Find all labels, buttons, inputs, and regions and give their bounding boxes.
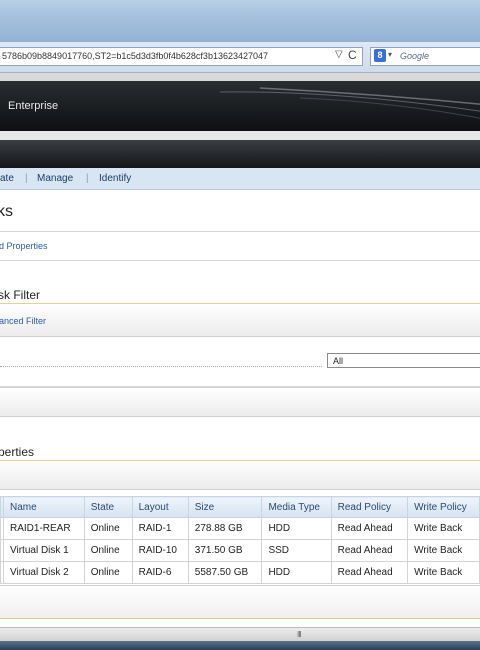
page-top-strip bbox=[0, 73, 480, 81]
virtual-disk-properties-link[interactable]: d Properties bbox=[0, 241, 48, 251]
filter-row-leader bbox=[0, 366, 322, 367]
taskbar bbox=[0, 641, 480, 650]
table-row[interactable]: Virtual Disk 1 Online RAID-10 371.50 GB … bbox=[0, 539, 480, 562]
app-brand: Enterprise bbox=[8, 100, 59, 112]
app-subheader bbox=[0, 140, 480, 168]
reload-icon[interactable]: C bbox=[348, 48, 357, 62]
cell-read-policy: Read Ahead bbox=[330, 539, 409, 562]
cell-state: Online bbox=[83, 561, 133, 584]
filter-toolbar bbox=[0, 304, 480, 337]
tab-manage[interactable]: Manage bbox=[37, 173, 73, 184]
cell-media-type: SSD bbox=[261, 539, 332, 562]
cell-layout: RAID-10 bbox=[131, 539, 189, 562]
column-header-state[interactable]: State bbox=[83, 496, 133, 518]
page-title: ks bbox=[0, 203, 13, 220]
cell-media-type: HDD bbox=[261, 561, 332, 584]
tab-update[interactable]: ate bbox=[0, 173, 14, 184]
column-header-name[interactable]: Name bbox=[3, 496, 85, 518]
table-footer-band bbox=[0, 585, 480, 619]
cell-name[interactable]: RAID1-REAR bbox=[3, 517, 85, 540]
filter-select-value[interactable]: All bbox=[333, 356, 343, 366]
column-header-read-policy[interactable]: Read Policy bbox=[330, 496, 409, 518]
cell-size: 278.88 GB bbox=[187, 517, 263, 540]
cell-read-policy: Read Ahead bbox=[330, 517, 409, 540]
table-header-row: Name State Layout Size Media Type Read P… bbox=[0, 496, 480, 518]
cell-write-policy: Write Back bbox=[407, 561, 480, 584]
tab-separator: | bbox=[25, 173, 28, 184]
column-header-layout[interactable]: Layout bbox=[131, 496, 189, 518]
column-header-media-type[interactable]: Media Type bbox=[261, 496, 332, 518]
header-swoosh-decoration bbox=[220, 87, 480, 119]
header-gap bbox=[0, 131, 480, 140]
divider bbox=[0, 231, 480, 232]
properties-section-title: perties bbox=[0, 445, 35, 459]
table-row[interactable]: RAID1-REAR Online RAID-1 278.88 GB HDD R… bbox=[0, 517, 480, 540]
browser-title-bar bbox=[0, 0, 480, 42]
cell-media-type: HDD bbox=[261, 517, 332, 540]
address-bar-url[interactable]: 5786b09b8849017760,ST2=b1c5d3d3fb0f4b628… bbox=[2, 51, 268, 61]
search-input[interactable]: Google bbox=[400, 51, 429, 61]
cell-write-policy: Write Back bbox=[407, 539, 480, 562]
tab-separator: | bbox=[86, 173, 89, 184]
search-engine-icon[interactable]: 8 bbox=[374, 49, 386, 62]
cell-write-policy: Write Back bbox=[407, 517, 480, 540]
column-header-write-policy[interactable]: Write Policy bbox=[407, 496, 480, 518]
cell-layout: RAID-6 bbox=[131, 561, 189, 584]
virtual-disk-table: Name State Layout Size Media Type Read P… bbox=[0, 496, 480, 584]
filter-section-title: sk Filter bbox=[0, 288, 40, 302]
cell-state: Online bbox=[83, 517, 133, 540]
cell-state: Online bbox=[83, 539, 133, 562]
cell-name[interactable]: Virtual Disk 2 bbox=[3, 561, 85, 584]
horizontal-scrollbar[interactable] bbox=[0, 627, 480, 642]
search-engine-dropdown-icon[interactable]: ▾ bbox=[388, 50, 392, 59]
tab-identify[interactable]: Identify bbox=[99, 173, 131, 184]
cell-layout: RAID-1 bbox=[131, 517, 189, 540]
properties-toolbar bbox=[0, 461, 480, 490]
advanced-filter-link[interactable]: anced Filter bbox=[0, 316, 46, 326]
cell-name[interactable]: Virtual Disk 1 bbox=[3, 539, 85, 562]
cell-read-policy: Read Ahead bbox=[330, 561, 409, 584]
table-row[interactable]: Virtual Disk 2 Online RAID-6 5587.50 GB … bbox=[0, 561, 480, 584]
column-header-size[interactable]: Size bbox=[187, 496, 263, 518]
filter-select[interactable] bbox=[327, 353, 480, 368]
divider bbox=[0, 260, 480, 261]
cell-size: 371.50 GB bbox=[187, 539, 263, 562]
scrollbar-grip-icon[interactable]: III bbox=[297, 630, 302, 639]
cell-size: 5587.50 GB bbox=[187, 561, 263, 584]
url-history-dropdown-icon[interactable]: ▽ bbox=[335, 49, 343, 60]
filter-actions-band bbox=[0, 387, 480, 417]
